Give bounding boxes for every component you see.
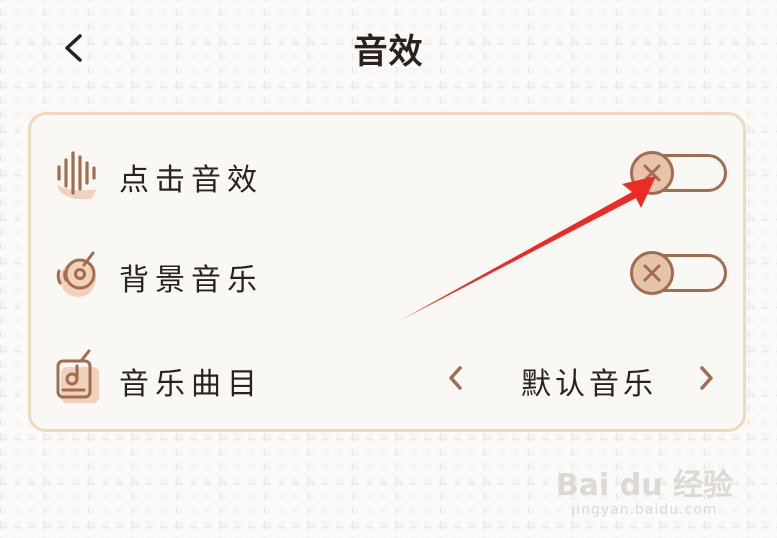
- chevron-right-icon: [700, 366, 713, 390]
- background-music-toggle[interactable]: [630, 251, 727, 295]
- watermark: Bai du 经验 jingyan.baidu.com: [556, 460, 733, 518]
- click-sound-label: 点击音效: [119, 163, 263, 198]
- track-next-button[interactable]: [691, 361, 721, 395]
- x-icon: [643, 164, 661, 182]
- background-music-label: 背景音乐: [119, 263, 263, 298]
- sound-wave-icon: [57, 151, 97, 200]
- vinyl-disc-icon: [56, 251, 96, 297]
- setting-row-music-track: 音乐曲目 默认音乐: [31, 337, 743, 417]
- chevron-left-icon: [449, 366, 462, 390]
- toggle-knob: [630, 251, 674, 295]
- toggle-knob: [630, 151, 674, 195]
- settings-card: 点击音效 背景音乐 音乐曲目 默认音乐: [28, 112, 746, 432]
- setting-row-click-sound: 点击音效: [31, 133, 743, 213]
- track-value: 默认音乐: [521, 367, 657, 402]
- track-prev-button[interactable]: [441, 361, 471, 395]
- setting-row-background-music: 背景音乐: [31, 233, 743, 313]
- music-player-icon: [56, 349, 99, 403]
- click-sound-toggle[interactable]: [630, 151, 727, 195]
- x-icon: [643, 264, 661, 282]
- page-title: 音效: [353, 32, 424, 72]
- music-track-label: 音乐曲目: [119, 367, 263, 402]
- watermark-sub: jingyan.baidu.com: [571, 502, 718, 518]
- watermark-main: Bai du 经验: [555, 468, 733, 503]
